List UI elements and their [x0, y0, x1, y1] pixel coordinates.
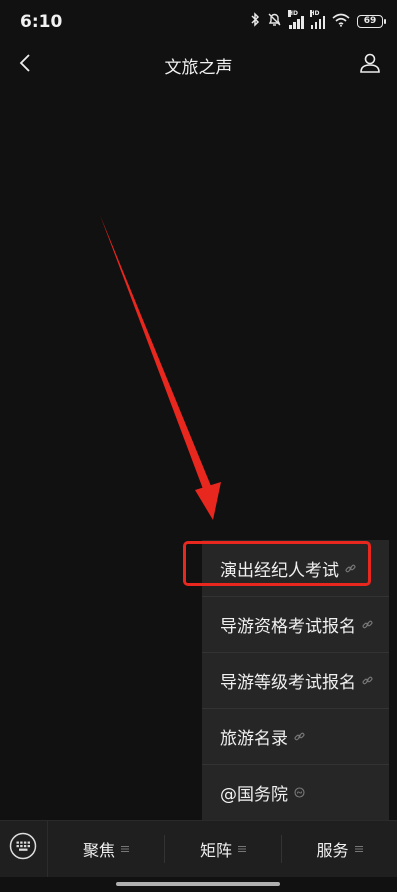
nav-bar: 文旅之声 [0, 44, 397, 84]
menu-item-state-council[interactable]: @国务院 [202, 764, 389, 820]
highlight-box [183, 541, 371, 586]
menu-item-label: @国务院 [220, 785, 288, 805]
signal-hd-icon: HD [288, 9, 304, 29]
wifi-icon [332, 13, 350, 31]
page-title: 文旅之声 [164, 58, 233, 78]
status-bar: 6:10 HD HD 69 [0, 0, 397, 44]
menu-item-label: 导游资格考试报名 [220, 617, 356, 637]
link-icon [362, 619, 373, 630]
tab-label: 服务 [316, 841, 349, 860]
status-time: 6:10 [20, 12, 63, 32]
person-icon [359, 52, 381, 78]
battery-icon: 69 [357, 15, 386, 28]
menu-item-guide-level-exam[interactable]: 导游等级考试报名 [202, 652, 389, 708]
tab-label: 聚焦 [82, 841, 115, 860]
menu-item-label: 旅游名录 [220, 729, 288, 749]
tab-focus[interactable]: 聚焦 [48, 821, 164, 877]
keyboard-icon [9, 832, 37, 864]
menu-item-tourism-directory[interactable]: 旅游名录 [202, 708, 389, 764]
menu-lines-icon [121, 845, 129, 853]
keyboard-toggle-button[interactable] [8, 832, 38, 864]
menu-item-label: 导游等级考试报名 [220, 673, 356, 693]
bluetooth-icon [250, 12, 260, 31]
link-icon [362, 675, 373, 686]
signal-hd-icon: HD [309, 9, 325, 29]
tab-matrix[interactable]: 矩阵 [165, 821, 281, 877]
profile-button[interactable] [355, 50, 385, 80]
menu-lines-icon [238, 845, 246, 853]
home-indicator[interactable] [116, 882, 280, 886]
menu-lines-icon [354, 845, 363, 853]
menu-item-guide-qualification-exam[interactable]: 导游资格考试报名 [202, 596, 389, 652]
bottom-menu-bar: 聚焦 矩阵 服务 [0, 820, 397, 877]
mini-program-icon [294, 787, 305, 798]
tab-label: 矩阵 [199, 841, 232, 860]
link-icon [294, 731, 305, 742]
status-icons: HD HD 69 [250, 9, 386, 31]
mute-bell-icon [267, 12, 282, 31]
tab-services[interactable]: 服务 [282, 821, 397, 877]
